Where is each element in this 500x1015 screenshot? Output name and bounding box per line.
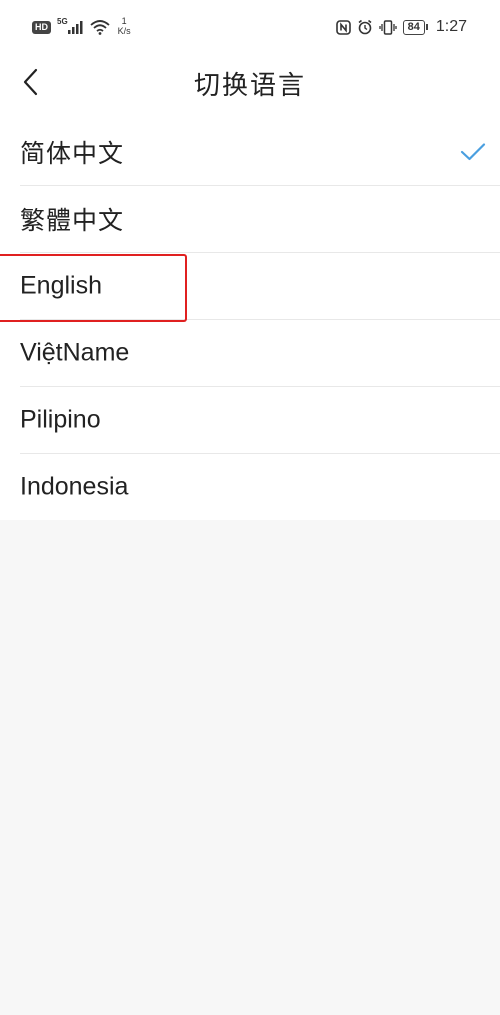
wifi-icon bbox=[90, 19, 110, 35]
nfc-icon bbox=[335, 19, 351, 35]
status-left-group: HD 5G 1 K/s bbox=[32, 16, 131, 36]
battery-icon: 84 bbox=[402, 19, 428, 35]
language-item-indonesian[interactable]: Indonesia bbox=[0, 453, 500, 520]
language-label: ViệtName bbox=[20, 338, 130, 366]
screen: HD 5G 1 K/s 84 1:27 切换语言 简体中文 繁體中文 Engli… bbox=[0, 0, 500, 1015]
language-label: Pilipino bbox=[20, 405, 101, 433]
battery-level: 84 bbox=[402, 19, 425, 35]
page-title: 切换语言 bbox=[193, 71, 306, 101]
language-label: 简体中文 bbox=[20, 138, 125, 168]
network-type-label: 5G bbox=[57, 16, 68, 26]
language-label: Indonesia bbox=[20, 472, 129, 500]
check-icon bbox=[460, 142, 486, 160]
hd-icon: HD bbox=[32, 20, 51, 34]
language-list: 简体中文 繁體中文 English ViệtName Pilipino Indo… bbox=[0, 118, 500, 520]
signal-icon bbox=[67, 20, 83, 34]
language-item-simplified-chinese[interactable]: 简体中文 bbox=[0, 118, 500, 185]
language-item-traditional-chinese[interactable]: 繁體中文 bbox=[0, 185, 500, 252]
status-right-group: 84 1:27 bbox=[335, 18, 467, 36]
language-label: English bbox=[20, 271, 102, 299]
network-speed-unit: K/s bbox=[117, 26, 131, 36]
language-item-vietnamese[interactable]: ViệtName bbox=[0, 319, 500, 386]
vibrate-icon bbox=[378, 19, 397, 35]
language-item-english[interactable]: English bbox=[0, 252, 500, 319]
status-time: 1:27 bbox=[435, 18, 467, 35]
alarm-icon bbox=[358, 19, 372, 35]
battery-tip bbox=[425, 24, 428, 30]
status-bar: HD 5G 1 K/s 84 1:27 bbox=[0, 0, 500, 58]
network-speed: 1 K/s bbox=[118, 16, 131, 36]
network-speed-value: 1 bbox=[121, 16, 127, 26]
title-bar: 切换语言 bbox=[0, 58, 500, 118]
language-label: 繁體中文 bbox=[20, 205, 125, 235]
language-item-filipino[interactable]: Pilipino bbox=[0, 386, 500, 453]
